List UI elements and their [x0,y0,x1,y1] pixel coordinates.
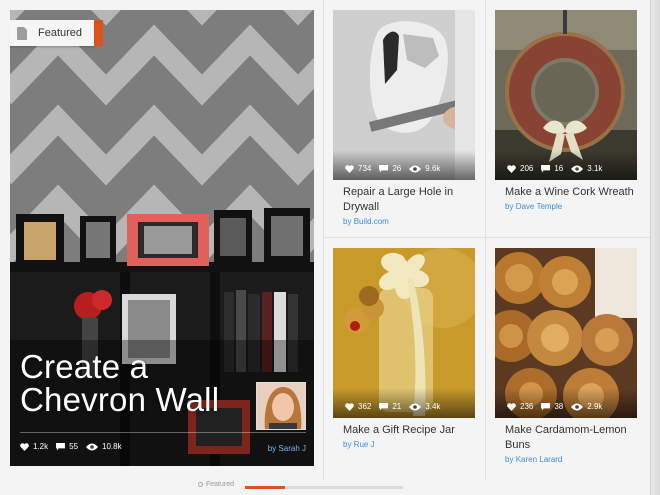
featured-badge-accent [94,20,103,46]
grid-divider [324,237,650,238]
heart-icon [20,442,29,451]
views-stat: 10.8k [86,442,122,451]
edge-panel [650,0,660,495]
likes-count: 362 [358,402,372,411]
author-link[interactable]: Karen Larard [516,455,563,464]
project-card[interactable]: 734 26 9.6k Repair a Large Hole in Drywa… [333,10,475,226]
likes-count: 734 [358,164,372,173]
eye-icon [409,165,422,172]
grid-divider [323,0,324,480]
comments-stat: 38 [541,402,563,411]
author-avatar[interactable] [256,382,306,430]
card-title[interactable]: Make Cardamom-Lemon Buns [505,423,635,453]
views-count: 3.1k [587,164,603,173]
byline-prefix: by [343,440,352,449]
views-stat: 9.6k [409,164,440,173]
byline-prefix: by [505,202,514,211]
featured-byline[interactable]: by Sarah J [268,444,306,453]
author-link[interactable]: Rue J [354,440,375,449]
card-title[interactable]: Make a Gift Recipe Jar [343,423,473,438]
comment-icon [56,442,66,451]
views-count: 9.6k [425,164,441,173]
views-stat: 3.1k [571,164,602,173]
scroll-progress-fill [245,486,285,489]
likes-count: 206 [520,164,534,173]
likes-stat: 734 [345,164,371,173]
likes-stat: 362 [345,402,371,411]
grid-divider [485,0,486,480]
comment-icon [541,402,551,411]
page-indicator[interactable]: Featured [198,481,234,488]
card-byline[interactable]: by Rue J [343,440,475,449]
comments-count: 55 [69,442,79,451]
likes-stat: 206 [507,164,533,173]
page-indicator-label: Featured [206,481,235,488]
comments-stat: 55 [56,442,78,451]
project-card[interactable]: 362 21 3.4k Make a Gift Recipe Jar by Ru… [333,248,475,449]
featured-badge: Featured [10,20,103,46]
scroll-progress[interactable] [245,486,403,489]
comments-stat: 16 [541,164,563,173]
author-link[interactable]: Build.com [354,217,389,226]
comment-icon [379,402,389,411]
comments-count: 26 [392,164,402,173]
featured-title[interactable]: Create a Chevron Wall [20,350,250,416]
card-title[interactable]: Make a Wine Cork Wreath [505,185,635,200]
project-card[interactable]: 236 38 2.9k Make Cardamom-Lemon Buns by … [495,248,637,464]
card-thumbnail[interactable]: 362 21 3.4k [333,248,475,418]
heart-icon [507,164,516,173]
views-stat: 2.9k [571,402,602,411]
comments-stat: 26 [379,164,401,173]
likes-stat: 1.2k [20,442,48,451]
document-icon [17,26,27,40]
likes-count: 1.2k [33,442,49,451]
views-stat: 3.4k [409,402,440,411]
eye-icon [571,165,584,172]
comments-count: 38 [554,402,564,411]
comments-count: 16 [554,164,564,173]
card-title[interactable]: Repair a Large Hole in Drywall [343,185,473,215]
page-dot-icon [198,482,203,487]
likes-count: 236 [520,402,534,411]
card-stats: 362 21 3.4k [345,402,448,411]
card-byline[interactable]: by Karen Larard [505,455,637,464]
heart-icon [507,402,516,411]
comments-stat: 21 [379,402,401,411]
featured-card[interactable]: Featured Create a Chevron Wall 1.2k 55 1… [10,10,314,466]
eye-icon [409,403,422,410]
featured-divider [20,432,306,433]
page: Featured Create a Chevron Wall 1.2k 55 1… [0,0,660,495]
comment-icon [379,164,389,173]
card-stats: 206 16 3.1k [507,164,610,173]
heart-icon [345,402,354,411]
author-link[interactable]: Dave Temple [516,202,563,211]
card-stats: 734 26 9.6k [345,164,448,173]
heart-icon [345,164,354,173]
byline-prefix: by [267,444,277,453]
card-byline[interactable]: by Dave Temple [505,202,637,211]
eye-icon [571,403,584,410]
views-count: 3.4k [425,402,441,411]
card-byline[interactable]: by Build.com [343,217,475,226]
card-thumbnail[interactable]: 236 38 2.9k [495,248,637,418]
author-link[interactable]: Sarah J [278,444,306,453]
card-thumbnail[interactable]: 734 26 9.6k [333,10,475,180]
eye-icon [86,443,99,450]
card-stats: 236 38 2.9k [507,402,610,411]
views-count: 2.9k [587,402,603,411]
comment-icon [541,164,551,173]
project-card[interactable]: 206 16 3.1k Make a Wine Cork Wreath by D… [495,10,637,211]
featured-stats: 1.2k 55 10.8k [20,442,130,451]
likes-stat: 236 [507,402,533,411]
card-thumbnail[interactable]: 206 16 3.1k [495,10,637,180]
byline-prefix: by [343,217,352,226]
comments-count: 21 [392,402,402,411]
byline-prefix: by [505,455,514,464]
views-count: 10.8k [102,442,122,451]
featured-badge-label: Featured [38,27,83,39]
